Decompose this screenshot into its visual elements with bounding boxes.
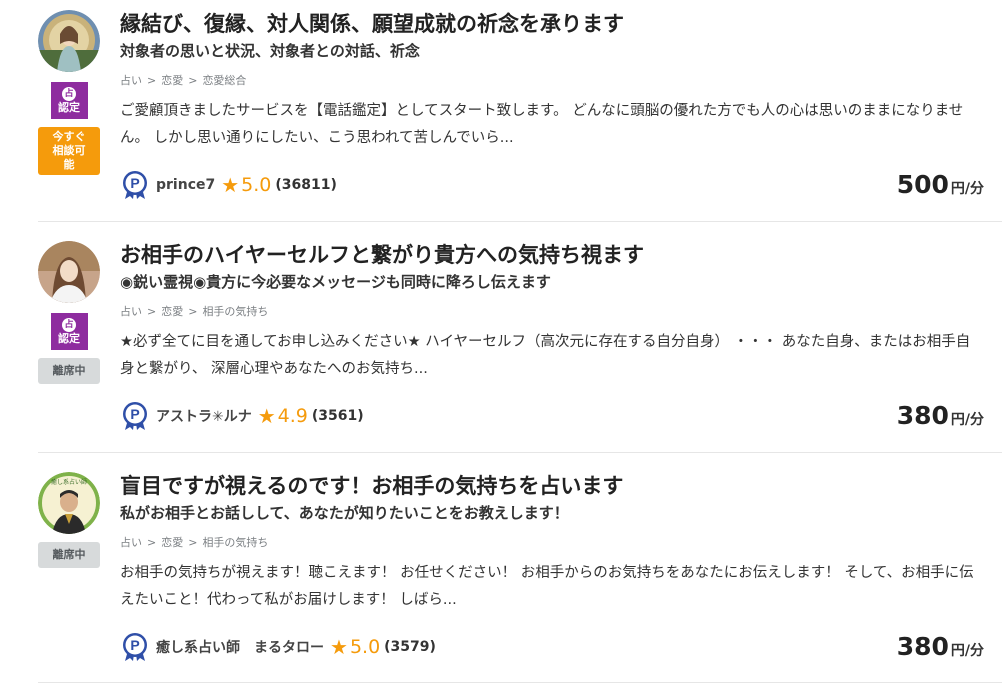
provider-meta: P アストラ✳ルナ ★ 4.9 (3561) xyxy=(120,401,364,431)
breadcrumb: 占い > 恋愛 > 相手の気持ち xyxy=(120,536,269,549)
status-badge: 今すぐ相談可能 xyxy=(38,127,100,175)
fortune-mark-icon: 占 xyxy=(62,87,76,101)
breadcrumb-item[interactable]: 占い xyxy=(120,305,142,318)
divider xyxy=(38,452,1002,453)
breadcrumb-item[interactable]: 恋愛 xyxy=(161,536,183,549)
breadcrumb-item[interactable]: 占い xyxy=(120,536,142,549)
breadcrumb-item[interactable]: 相手の気持ち xyxy=(202,536,268,549)
divider xyxy=(38,221,1002,222)
price: 500 円/分 xyxy=(897,170,984,199)
review-count: (36811) xyxy=(275,177,337,193)
price-unit: 円/分 xyxy=(950,181,984,197)
price-amount: 380 xyxy=(896,401,949,430)
listing-subtitle: ◉鋭い霊視◉貴方に今必要なメッセージも同時に降ろし伝えます xyxy=(120,273,551,291)
price-amount: 500 xyxy=(896,170,949,199)
listing-content: 盲目ですが視えるのです！お相手の気持ちを占います 私がお相手とお話しして、あなた… xyxy=(120,472,986,614)
listing-content: 縁結び、復縁、対人関係、願望成就の祈念を承ります 対象者の思いと状況、対象者との… xyxy=(120,10,986,152)
breadcrumb-item[interactable]: 相手の気持ち xyxy=(202,305,268,318)
listing-description: ご愛顧頂きましたサービスを【電話鑑定】としてスタート致します。 どんなに頭脳の優… xyxy=(120,103,964,146)
listing-title[interactable]: お相手のハイヤーセルフと繋がり貴方への気持ち視ます xyxy=(120,241,986,269)
provider-meta: P prince7 ★ 5.0 (36811) xyxy=(120,170,337,200)
listing-card[interactable]: 占 認定 離席中 お相手のハイヤーセルフと繋がり貴方への気持ち視ます ◉鋭い霊視… xyxy=(0,241,1002,471)
rating-value: 5.0 xyxy=(241,174,272,196)
listing-title[interactable]: 縁結び、復縁、対人関係、願望成就の祈念を承ります xyxy=(120,10,986,38)
listing-description: ★必ず全てに目を通してお申し込みください★ ハイヤーセルフ（高次元に存在する自分… xyxy=(120,334,971,377)
provider-column: 占 認定 離席中 xyxy=(37,241,101,384)
price: 380 円/分 xyxy=(897,401,984,430)
star-icon: ★ xyxy=(221,173,240,197)
listing-subtitle: 対象者の思いと状況、対象者との対話、祈念 xyxy=(120,42,420,60)
status-badge: 離席中 xyxy=(38,542,100,568)
provider-avatar[interactable] xyxy=(38,10,100,72)
star-icon: ★ xyxy=(257,404,276,428)
rating-value: 4.9 xyxy=(277,405,308,427)
service-list: 占 認定 今すぐ相談可能 縁結び、復縁、対人関係、願望成就の祈念を承ります 対象… xyxy=(0,0,1002,684)
star-icon: ★ xyxy=(330,635,348,659)
listing-card[interactable]: 占 認定 今すぐ相談可能 縁結び、復縁、対人関係、願望成就の祈念を承ります 対象… xyxy=(0,10,1002,240)
breadcrumb-item[interactable]: 恋愛 xyxy=(161,74,183,87)
provider-meta: P 癒し系占い師 まるタロー ★ 5.0 (3579) xyxy=(120,632,436,662)
divider xyxy=(38,682,1002,683)
breadcrumb-item[interactable]: 占い xyxy=(120,74,142,87)
status-badge: 離席中 xyxy=(38,358,100,384)
provider-column: 占 認定 今すぐ相談可能 xyxy=(37,10,101,175)
review-count: (3561) xyxy=(311,408,364,424)
listing-title[interactable]: 盲目ですが視えるのです！お相手の気持ちを占います xyxy=(120,472,986,500)
fortune-mark-icon: 占 xyxy=(62,318,76,332)
breadcrumb: 占い > 恋愛 > 相手の気持ち xyxy=(120,305,269,318)
p-badge-icon: P xyxy=(123,171,147,199)
listing-subtitle: 私がお相手とお話しして、あなたが知りたいことをお教えします！ xyxy=(120,504,569,522)
certified-badge: 占 認定 xyxy=(50,82,88,119)
listing-card[interactable]: 癒し系占い師 離席中 盲目ですが視えるのです！お相手の気持ちを占います 私がお相… xyxy=(0,472,1002,684)
avatar-caption: 癒し系占い師 xyxy=(51,478,87,486)
listing-content: お相手のハイヤーセルフと繋がり貴方への気持ち視ます ◉鋭い霊視◉貴方に今必要なメ… xyxy=(120,241,986,383)
certified-badge: 占 認定 xyxy=(50,313,88,350)
p-badge-icon: P xyxy=(123,402,147,430)
breadcrumb-item[interactable]: 恋愛 xyxy=(161,305,183,318)
p-badge-icon: P xyxy=(123,633,147,661)
price: 380 円/分 xyxy=(897,632,984,661)
svg-text:P: P xyxy=(130,406,139,422)
provider-avatar[interactable] xyxy=(38,241,100,303)
rating-value: 5.0 xyxy=(349,636,381,658)
provider-name[interactable]: アストラ✳ルナ xyxy=(156,406,252,426)
provider-name[interactable]: prince7 xyxy=(156,177,215,193)
price-unit: 円/分 xyxy=(950,643,984,659)
review-count: (3579) xyxy=(384,639,436,655)
breadcrumb: 占い > 恋愛 > 恋愛総合 xyxy=(120,74,247,87)
price-unit: 円/分 xyxy=(950,412,984,428)
provider-name[interactable]: 癒し系占い師 まるタロー xyxy=(156,637,324,657)
listing-description: お相手の気持ちが視えます！聴こえます！ お任せください！ お相手からのお気持ちを… xyxy=(120,565,974,608)
svg-text:P: P xyxy=(130,175,139,191)
price-amount: 380 xyxy=(896,632,949,661)
svg-text:P: P xyxy=(130,637,139,653)
provider-column: 癒し系占い師 離席中 xyxy=(37,472,101,568)
provider-avatar[interactable]: 癒し系占い師 xyxy=(38,472,100,534)
breadcrumb-item[interactable]: 恋愛総合 xyxy=(202,74,246,87)
